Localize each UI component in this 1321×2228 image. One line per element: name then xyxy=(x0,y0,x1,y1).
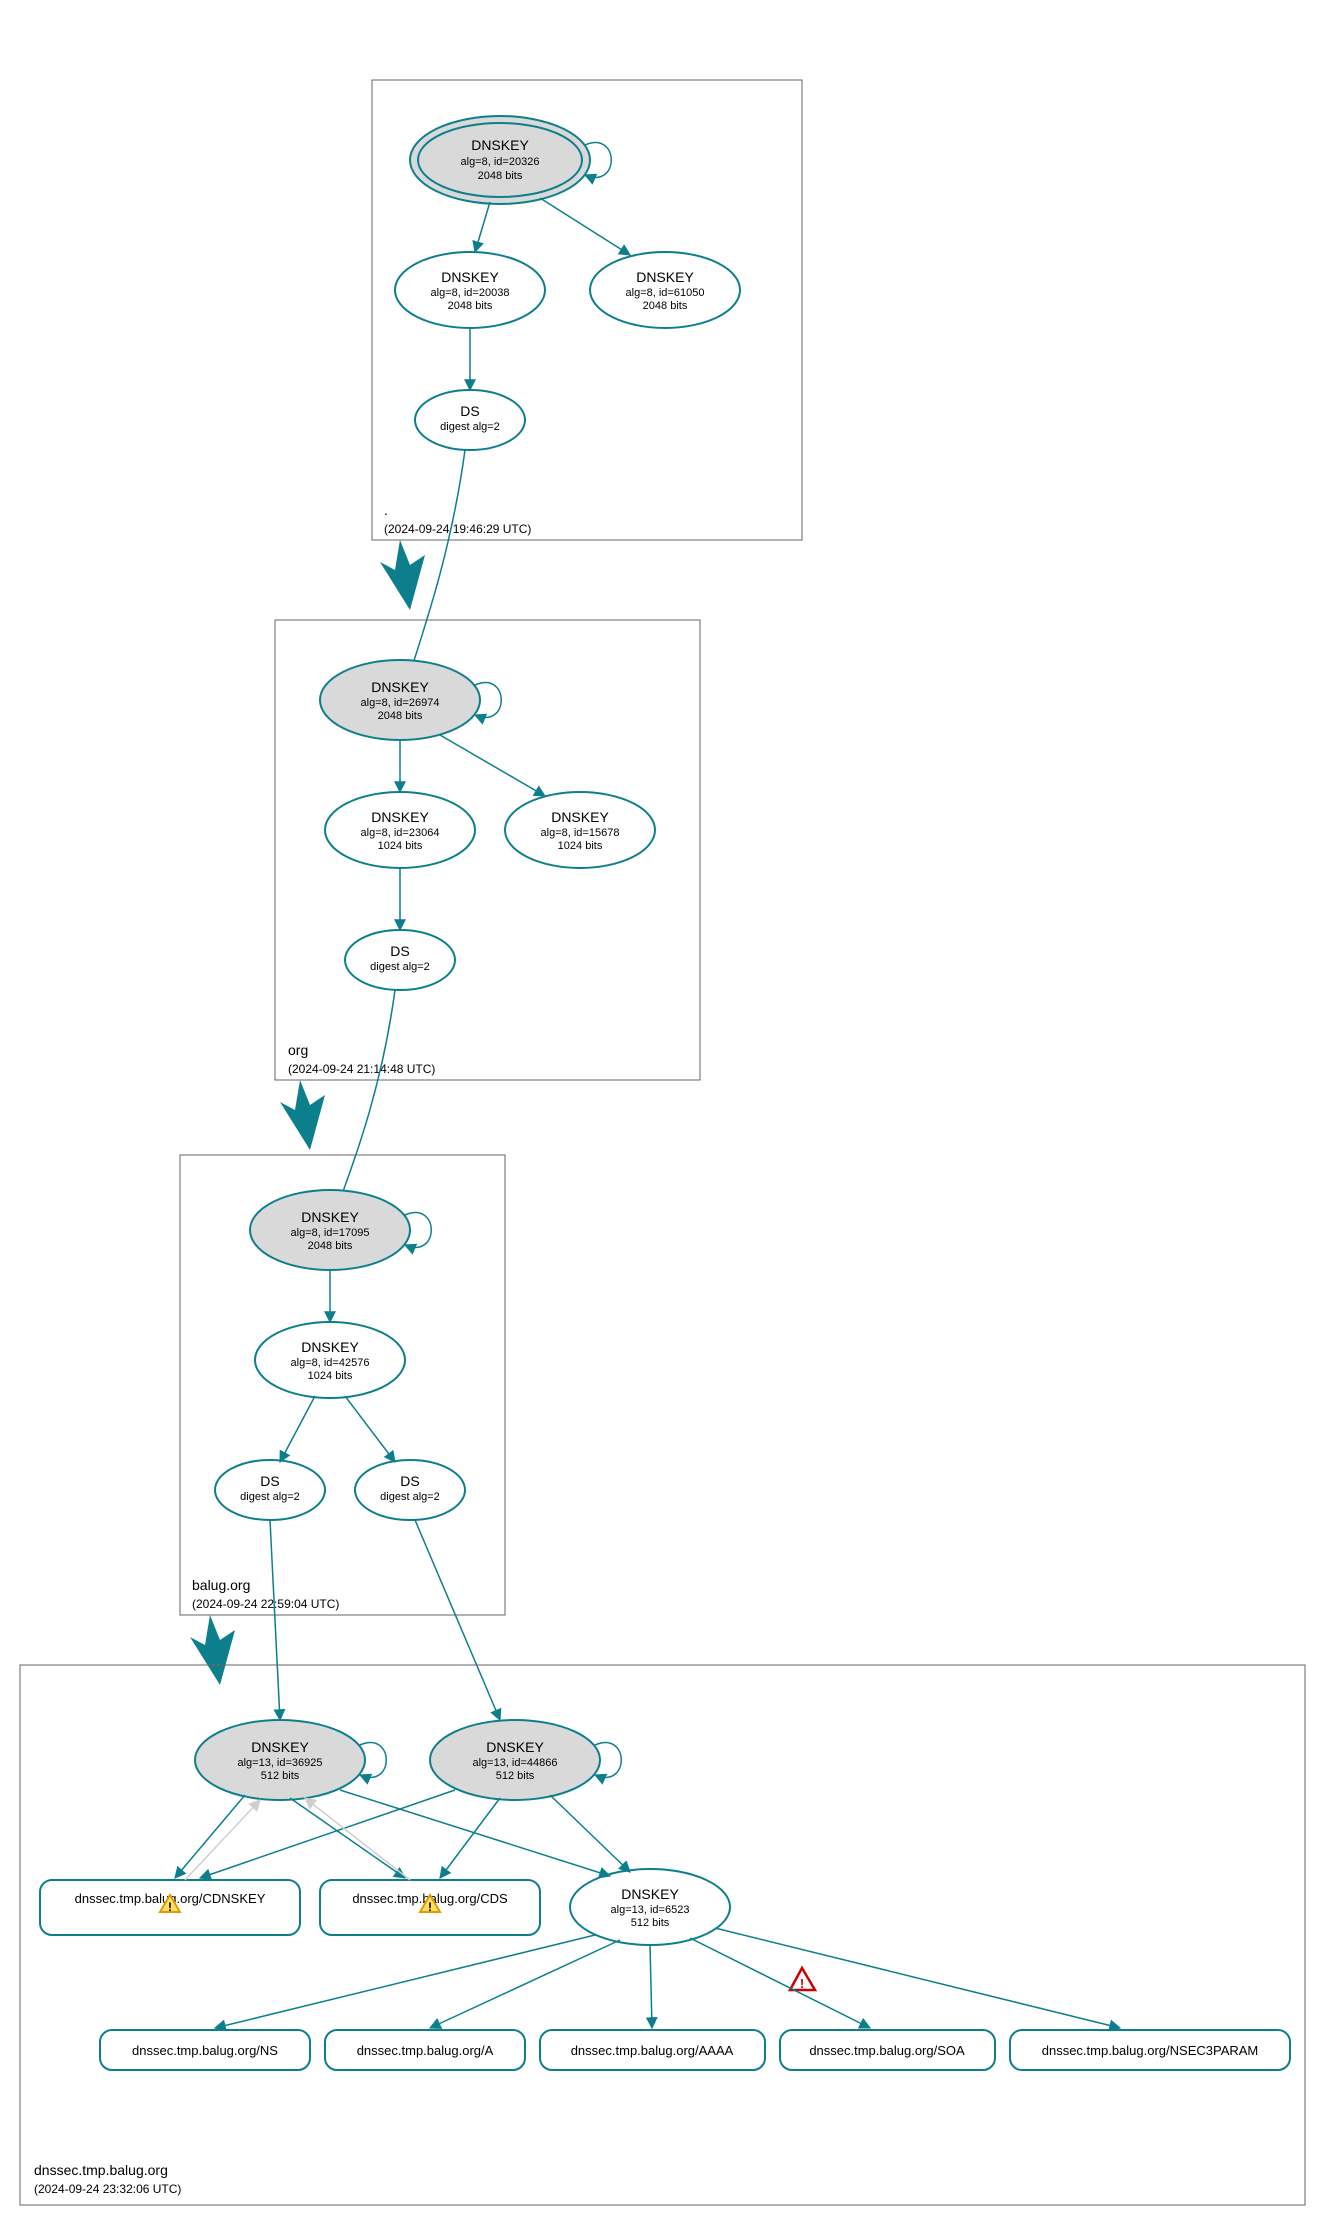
zone-dnssec: dnssec.tmp.balug.org (2024-09-24 23:32:0… xyxy=(20,1665,1305,2205)
svg-text:1024 bits: 1024 bits xyxy=(558,840,603,852)
dnssec-ksk1-node: DNSKEY alg=13, id=36925 512 bits xyxy=(195,1720,365,1800)
svg-text:2048 bits: 2048 bits xyxy=(448,300,493,312)
svg-text:1024 bits: 1024 bits xyxy=(378,840,423,852)
org-ds-node: DS digest alg=2 xyxy=(345,930,455,990)
zone-root-label: . xyxy=(384,502,388,518)
zone-dnssec-ts: (2024-09-24 23:32:06 UTC) xyxy=(34,2182,181,2196)
svg-text:DNSKEY: DNSKEY xyxy=(636,269,694,285)
svg-text:dnssec.tmp.balug.org/AAAA: dnssec.tmp.balug.org/AAAA xyxy=(571,2043,734,2058)
error-icon: ! xyxy=(790,1968,815,1991)
svg-text:alg=13, id=44866: alg=13, id=44866 xyxy=(472,1757,557,1769)
zone-root: . (2024-09-24 19:46:29 UTC) DNSKEY alg=8… xyxy=(372,80,802,540)
root-zsk1-node: DNSKEY alg=8, id=20038 2048 bits xyxy=(395,252,545,328)
zone-balug-ts: (2024-09-24 22:59:04 UTC) xyxy=(192,1597,339,1611)
svg-text:!: ! xyxy=(168,1900,172,1914)
svg-text:dnssec.tmp.balug.org/SOA: dnssec.tmp.balug.org/SOA xyxy=(809,2043,965,2058)
record-soa: dnssec.tmp.balug.org/SOA xyxy=(780,2030,995,2070)
svg-text:alg=8, id=20038: alg=8, id=20038 xyxy=(431,287,510,299)
record-aaaa: dnssec.tmp.balug.org/AAAA xyxy=(540,2030,765,2070)
svg-text:512 bits: 512 bits xyxy=(631,1917,670,1929)
root-ds-node: DS digest alg=2 xyxy=(415,390,525,450)
svg-text:alg=8, id=26974: alg=8, id=26974 xyxy=(361,697,440,709)
svg-text:dnssec.tmp.balug.org/A: dnssec.tmp.balug.org/A xyxy=(357,2043,494,2058)
svg-text:alg=8, id=17095: alg=8, id=17095 xyxy=(291,1227,370,1239)
svg-text:DNSKEY: DNSKEY xyxy=(371,809,429,825)
svg-text:DS: DS xyxy=(400,1473,419,1489)
zone-org-label: org xyxy=(288,1042,308,1058)
org-ksk-node: DNSKEY alg=8, id=26974 2048 bits xyxy=(320,660,480,740)
zone-dnssec-label: dnssec.tmp.balug.org xyxy=(34,2162,168,2178)
svg-text:DNSKEY: DNSKEY xyxy=(551,809,609,825)
svg-text:DNSKEY: DNSKEY xyxy=(301,1339,359,1355)
svg-text:dnssec.tmp.balug.org/NS: dnssec.tmp.balug.org/NS xyxy=(132,2043,278,2058)
zone-balug-label: balug.org xyxy=(192,1577,250,1593)
org-zsk2-node: DNSKEY alg=8, id=15678 1024 bits xyxy=(505,792,655,868)
svg-text:DNSKEY: DNSKEY xyxy=(251,1739,309,1755)
dnssec-zsk-node: DNSKEY alg=13, id=6523 512 bits xyxy=(570,1869,730,1945)
svg-text:DS: DS xyxy=(390,943,409,959)
svg-text:alg=13, id=36925: alg=13, id=36925 xyxy=(237,1757,322,1769)
svg-text:alg=8, id=61050: alg=8, id=61050 xyxy=(626,287,705,299)
svg-text:alg=8, id=20326: alg=8, id=20326 xyxy=(461,156,540,168)
dnssec-auth-graph: . (2024-09-24 19:46:29 UTC) DNSKEY alg=8… xyxy=(0,0,1321,2228)
record-a: dnssec.tmp.balug.org/A xyxy=(325,2030,525,2070)
svg-text:DNSKEY: DNSKEY xyxy=(301,1209,359,1225)
zone-org-ts: (2024-09-24 21:14:48 UTC) xyxy=(288,1062,435,1076)
svg-text:alg=8, id=42576: alg=8, id=42576 xyxy=(291,1357,370,1369)
svg-text:digest alg=2: digest alg=2 xyxy=(440,421,500,433)
svg-text:2048 bits: 2048 bits xyxy=(643,300,688,312)
root-zsk2-node: DNSKEY alg=8, id=61050 2048 bits xyxy=(590,252,740,328)
svg-text:digest alg=2: digest alg=2 xyxy=(240,1491,300,1503)
record-cds: dnssec.tmp.balug.org/CDS ! xyxy=(320,1880,540,1935)
svg-text:512 bits: 512 bits xyxy=(496,1770,535,1782)
dnssec-ksk2-node: DNSKEY alg=13, id=44866 512 bits xyxy=(430,1720,600,1800)
svg-text:digest alg=2: digest alg=2 xyxy=(380,1491,440,1503)
balug-ds1-node: DS digest alg=2 xyxy=(215,1460,325,1520)
balug-zsk-node: DNSKEY alg=8, id=42576 1024 bits xyxy=(255,1322,405,1398)
svg-text:DS: DS xyxy=(260,1473,279,1489)
svg-text:dnssec.tmp.balug.org/NSEC3PARA: dnssec.tmp.balug.org/NSEC3PARAM xyxy=(1042,2043,1259,2058)
svg-text:DNSKEY: DNSKEY xyxy=(441,269,499,285)
svg-text:512 bits: 512 bits xyxy=(261,1770,300,1782)
record-ns: dnssec.tmp.balug.org/NS xyxy=(100,2030,310,2070)
svg-text:digest alg=2: digest alg=2 xyxy=(370,961,430,973)
record-nsec3param: dnssec.tmp.balug.org/NSEC3PARAM xyxy=(1010,2030,1290,2070)
svg-text:2048 bits: 2048 bits xyxy=(378,710,423,722)
svg-text:!: ! xyxy=(800,1976,804,1991)
svg-text:alg=13, id=6523: alg=13, id=6523 xyxy=(611,1904,690,1916)
svg-text:!: ! xyxy=(428,1900,432,1914)
svg-text:DNSKEY: DNSKEY xyxy=(486,1739,544,1755)
org-zsk1-node: DNSKEY alg=8, id=23064 1024 bits xyxy=(325,792,475,868)
svg-text:alg=8, id=15678: alg=8, id=15678 xyxy=(541,827,620,839)
balug-ksk-node: DNSKEY alg=8, id=17095 2048 bits xyxy=(250,1190,410,1270)
svg-text:1024 bits: 1024 bits xyxy=(308,1370,353,1382)
svg-text:DNSKEY: DNSKEY xyxy=(621,1886,679,1902)
svg-text:DNSKEY: DNSKEY xyxy=(471,137,529,153)
svg-text:DNSKEY: DNSKEY xyxy=(371,679,429,695)
root-ksk-node: DNSKEY alg=8, id=20326 2048 bits xyxy=(410,116,590,204)
svg-text:2048 bits: 2048 bits xyxy=(478,170,523,182)
balug-ds2-node: DS digest alg=2 xyxy=(355,1460,465,1520)
svg-text:2048 bits: 2048 bits xyxy=(308,1240,353,1252)
record-cdnskey: dnssec.tmp.balug.org/CDNSKEY ! xyxy=(40,1880,300,1935)
svg-text:DS: DS xyxy=(460,403,479,419)
svg-text:alg=8, id=23064: alg=8, id=23064 xyxy=(361,827,440,839)
zone-root-ts: (2024-09-24 19:46:29 UTC) xyxy=(384,522,531,536)
zone-org: org (2024-09-24 21:14:48 UTC) DNSKEY alg… xyxy=(275,620,700,1080)
zone-balug: balug.org (2024-09-24 22:59:04 UTC) DNSK… xyxy=(180,1155,505,1615)
